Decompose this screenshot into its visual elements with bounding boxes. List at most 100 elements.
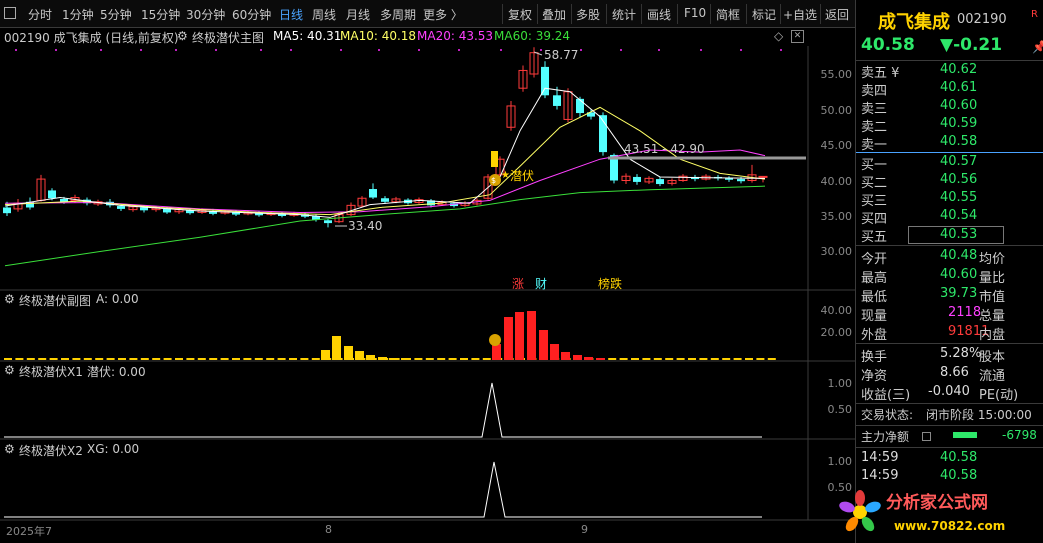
stat2-label2-0: 股本	[979, 350, 1006, 365]
hist-bar-yellow	[378, 357, 387, 360]
hist-bar	[608, 358, 617, 360]
buy-label-3: 买三	[861, 194, 888, 209]
hist-bar	[220, 358, 229, 360]
stat2-value-2: -0.040	[928, 384, 970, 399]
hist-bar	[277, 358, 286, 360]
hist-bar-red	[539, 330, 548, 360]
candle-body	[369, 189, 377, 198]
hist-bar-red	[492, 344, 501, 360]
hist-bar-yellow	[355, 351, 364, 360]
candle-body	[3, 207, 11, 214]
app-window: 分时 1分钟 5分钟 15分钟 30分钟 60分钟 日线 周线 月线 多周期 更…	[0, 0, 1043, 543]
top-dot	[740, 49, 742, 51]
money-bag-glyph: $	[491, 176, 496, 185]
hist-bar	[61, 358, 69, 360]
hist-bar-yellow	[344, 346, 353, 360]
candle-body	[381, 198, 389, 202]
hist-bar-yellow	[332, 336, 341, 360]
main-net-label: 主力净额	[861, 430, 910, 444]
top-dot	[418, 49, 420, 51]
stat-label2-2: 市值	[979, 290, 1006, 305]
buy-price-3[interactable]: 40.55	[940, 190, 977, 208]
tag-finance[interactable]: 财	[535, 275, 547, 292]
top-dot	[658, 49, 660, 51]
hist-bar	[619, 358, 628, 360]
axis-label-30: 30.00	[820, 245, 853, 258]
sell-price-5[interactable]: 40.62	[940, 62, 977, 80]
candle-body	[140, 207, 148, 211]
signal-bar	[491, 151, 498, 167]
buy-label-1: 买一	[861, 158, 888, 173]
kline-chart[interactable]: $ ★	[0, 0, 855, 543]
hist-bar	[49, 358, 58, 360]
top-dot	[15, 49, 17, 51]
buy-price-4[interactable]: 40.54	[940, 208, 977, 226]
sell-label-1: 卖一	[861, 138, 888, 153]
hist-bar	[745, 358, 753, 360]
hist-bar	[38, 358, 47, 360]
trade-status-label: 交易状态:	[861, 408, 914, 422]
quote-price: 40.58	[861, 35, 915, 55]
sell-label-5: 卖五 ¥	[861, 66, 900, 81]
hist-bar	[767, 358, 776, 360]
hist-bar	[642, 358, 651, 360]
hist-bar	[311, 358, 320, 360]
buy-label-5: 买五	[861, 230, 888, 245]
stat-label-4: 外盘	[861, 328, 888, 343]
sub1-title[interactable]: 终极潜伏副图	[19, 292, 91, 309]
top-dot	[780, 49, 782, 51]
sell-label-3: 卖三	[861, 102, 888, 117]
sell-price-4[interactable]: 40.61	[940, 80, 977, 98]
tag-rise[interactable]: 涨	[512, 275, 524, 292]
quote-stock-code: 002190	[957, 12, 1007, 27]
stat-label2-1: 量比	[979, 271, 1006, 286]
top-dot	[700, 49, 702, 51]
watermark-url: www.70822.com	[894, 519, 1005, 533]
axis-label-35: 35.00	[820, 210, 853, 223]
sell-price-1[interactable]: 40.58	[940, 134, 977, 152]
sub1-axis-20: 20.00	[820, 326, 853, 339]
hist-bar-red	[584, 357, 593, 360]
top-dot	[340, 49, 342, 51]
sell-label-2: 卖二	[861, 120, 888, 135]
stat-value-1: 40.60	[940, 267, 978, 282]
buy-price-2[interactable]: 40.56	[940, 172, 977, 190]
hist-bar	[175, 358, 183, 360]
main-net-bar	[953, 432, 977, 438]
hist-bar	[722, 358, 731, 360]
stat2-value-0: 5.28%	[940, 346, 982, 361]
signal-line-x2	[4, 461, 762, 518]
sub3-title[interactable]: 终极潜伏X2	[19, 442, 83, 459]
sub2-gear-icon[interactable]: ⚙	[4, 363, 15, 377]
top-dot	[175, 49, 177, 51]
sub3-gear-icon[interactable]: ⚙	[4, 442, 15, 456]
sub2-title[interactable]: 终极潜伏X1	[19, 363, 83, 380]
sub1-gear-icon[interactable]: ⚙	[4, 292, 15, 306]
star-icon: ★	[501, 170, 510, 181]
hist-bar	[665, 358, 674, 360]
pin-icon[interactable]: 📌	[1032, 40, 1043, 54]
low-annotation: 33.40	[348, 219, 383, 233]
buy-price-5[interactable]: 40.53	[908, 226, 1004, 244]
buy-price-1[interactable]: 40.57	[940, 154, 977, 172]
top-dot	[378, 49, 380, 51]
top-dot	[580, 49, 582, 51]
hist-bar	[425, 358, 434, 360]
sell-price-3[interactable]: 40.60	[940, 98, 977, 116]
top-dot	[458, 49, 460, 51]
axis-label-55: 55.00	[820, 68, 853, 81]
hist-bar-red	[515, 312, 524, 360]
r-badge: R	[1031, 9, 1038, 20]
main-net-icon[interactable]	[922, 432, 931, 441]
stat-value-2: 39.73	[940, 286, 978, 301]
axis-label-45: 45.00	[820, 139, 853, 152]
hist-bar-red	[596, 358, 605, 360]
stat-label2-4: 内盘	[979, 328, 1006, 343]
stat2-label-1: 净资	[861, 369, 888, 384]
tag-rank-drop[interactable]: 榜跌	[598, 275, 622, 292]
top-dot	[290, 49, 292, 51]
hist-bar	[448, 358, 457, 360]
sell-price-2[interactable]: 40.59	[940, 116, 977, 134]
hist-bar-yellow	[401, 358, 410, 360]
candle-body	[576, 98, 584, 114]
